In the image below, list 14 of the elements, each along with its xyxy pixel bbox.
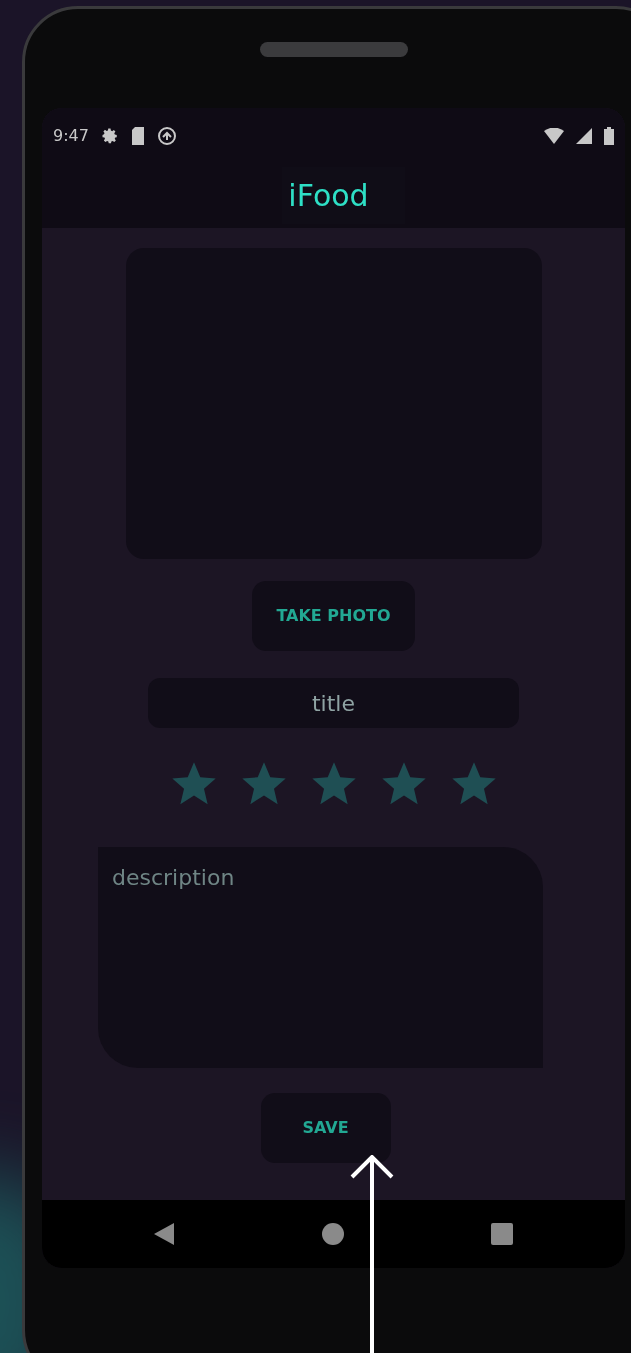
status-time: 9:47 bbox=[53, 124, 89, 147]
sd-card-icon bbox=[130, 126, 145, 145]
take-photo-button[interactable]: TAKE PHOTO bbox=[252, 581, 415, 651]
signal-icon bbox=[576, 127, 592, 144]
wifi-icon bbox=[544, 127, 564, 144]
back-icon[interactable] bbox=[154, 1223, 174, 1245]
description-field[interactable]: description bbox=[98, 847, 543, 1068]
data-saver-icon bbox=[156, 125, 177, 146]
home-icon[interactable] bbox=[321, 1223, 344, 1245]
gear-icon bbox=[100, 126, 119, 145]
title-field[interactable]: title bbox=[148, 678, 519, 728]
save-button[interactable]: SAVE bbox=[260, 1093, 391, 1163]
recents-icon[interactable] bbox=[491, 1223, 513, 1245]
battery-icon bbox=[604, 126, 614, 145]
